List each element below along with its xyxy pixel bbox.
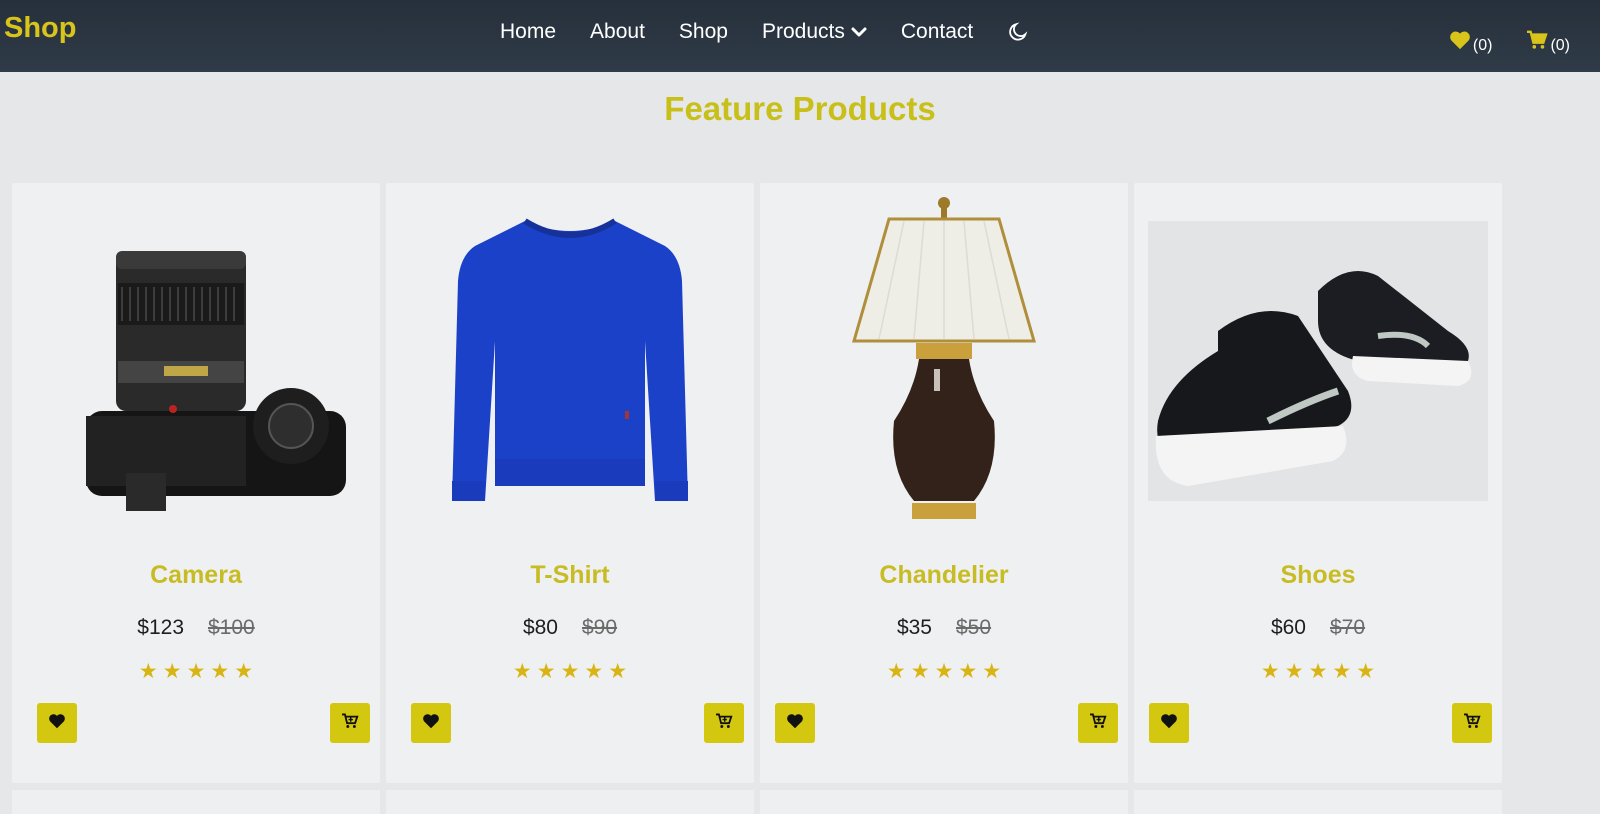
nav-counters: (0) (0) <box>1449 30 1570 55</box>
wishlist-count: (0) <box>1472 37 1493 54</box>
product-card[interactable]: Camera $123 $100 ★ ★ ★ ★ ★ <box>12 183 380 783</box>
price-group: $60 $70 <box>1134 616 1502 640</box>
star-icon: ★ <box>910 660 930 683</box>
product-name[interactable]: Shoes <box>1134 561 1502 590</box>
star-icon: ★ <box>958 660 978 683</box>
moon-icon[interactable] <box>1007 21 1029 43</box>
heart-icon <box>1160 713 1178 734</box>
navbar: Shop Home About Shop Products Contact (0… <box>0 0 1600 72</box>
star-icon: ★ <box>186 660 206 683</box>
add-to-cart-button[interactable] <box>1078 703 1118 743</box>
heart-icon <box>786 713 804 734</box>
cart-icon <box>341 713 359 734</box>
star-icon: ★ <box>138 660 158 683</box>
product-card[interactable] <box>1134 790 1502 814</box>
wishlist-counter[interactable]: (0) <box>1449 30 1493 55</box>
price-old: $70 <box>1330 616 1366 639</box>
product-card[interactable] <box>760 790 1128 814</box>
rating-stars: ★ ★ ★ ★ ★ <box>12 661 380 682</box>
add-to-wishlist-button[interactable] <box>37 703 77 743</box>
cart-icon <box>715 713 733 734</box>
cart-counter[interactable]: (0) <box>1526 30 1570 55</box>
nav-links: Home About Shop Products Contact <box>500 20 1029 44</box>
chevron-down-icon <box>851 20 867 44</box>
star-icon: ★ <box>1284 660 1304 683</box>
nav-about[interactable]: About <box>590 20 645 44</box>
product-card[interactable] <box>386 790 754 814</box>
product-card[interactable] <box>12 790 380 814</box>
heart-icon <box>1449 30 1473 55</box>
add-to-cart-button[interactable] <box>704 703 744 743</box>
price-old: $100 <box>208 616 255 639</box>
price-current: $80 <box>522 616 558 639</box>
price-current: $60 <box>1270 616 1306 639</box>
product-grid-next-row <box>12 790 1502 814</box>
star-icon: ★ <box>1356 660 1376 683</box>
rating-stars: ★ ★ ★ ★ ★ <box>760 661 1128 682</box>
cart-icon <box>1526 30 1550 55</box>
nav-products-dropdown[interactable]: Products <box>762 20 867 44</box>
product-card[interactable]: Chandelier $35 $50 ★ ★ ★ ★ ★ <box>760 183 1128 783</box>
star-icon: ★ <box>1260 660 1280 683</box>
product-name[interactable]: Camera <box>12 561 380 590</box>
rating-stars: ★ ★ ★ ★ ★ <box>1134 661 1502 682</box>
price-group: $123 $100 <box>12 616 380 640</box>
star-icon: ★ <box>512 660 532 683</box>
star-icon: ★ <box>1332 660 1352 683</box>
star-icon: ★ <box>982 660 1002 683</box>
brand-logo[interactable]: Shop <box>4 12 77 45</box>
star-icon: ★ <box>934 660 954 683</box>
product-name[interactable]: T-Shirt <box>386 561 754 590</box>
shoes-image[interactable] <box>1134 183 1502 538</box>
price-old: $90 <box>582 616 618 639</box>
heart-icon <box>422 713 440 734</box>
nav-contact[interactable]: Contact <box>901 20 973 44</box>
product-card[interactable]: T-Shirt $80 $90 ★ ★ ★ ★ ★ <box>386 183 754 783</box>
section-title: Feature Products <box>664 90 936 127</box>
star-icon: ★ <box>234 660 254 683</box>
product-card[interactable]: Shoes $60 $70 ★ ★ ★ ★ ★ <box>1134 183 1502 783</box>
add-to-cart-button[interactable] <box>1452 703 1492 743</box>
nav-shop[interactable]: Shop <box>679 20 728 44</box>
nav-home[interactable]: Home <box>500 20 556 44</box>
star-icon: ★ <box>1308 660 1328 683</box>
camera-image[interactable] <box>12 183 380 538</box>
price-group: $80 $90 <box>386 616 754 640</box>
nav-products-label: Products <box>761 20 845 43</box>
heart-icon <box>48 713 66 734</box>
star-icon: ★ <box>584 660 604 683</box>
price-old: $50 <box>956 616 992 639</box>
star-icon: ★ <box>162 660 182 683</box>
add-to-wishlist-button[interactable] <box>411 703 451 743</box>
price-current: $35 <box>896 616 932 639</box>
add-to-wishlist-button[interactable] <box>775 703 815 743</box>
rating-stars: ★ ★ ★ ★ ★ <box>386 661 754 682</box>
price-current: $123 <box>137 616 184 639</box>
cart-count: (0) <box>1550 37 1570 54</box>
product-name[interactable]: Chandelier <box>760 561 1128 590</box>
star-icon: ★ <box>608 660 628 683</box>
sweater-image[interactable] <box>386 183 754 538</box>
cart-icon <box>1463 713 1481 734</box>
star-icon: ★ <box>210 660 230 683</box>
add-to-cart-button[interactable] <box>330 703 370 743</box>
star-icon: ★ <box>886 660 906 683</box>
lamp-image[interactable] <box>760 183 1128 538</box>
cart-icon <box>1089 713 1107 734</box>
price-group: $35 $50 <box>760 616 1128 640</box>
star-icon: ★ <box>560 660 580 683</box>
product-grid: Camera $123 $100 ★ ★ ★ ★ ★ T-Shirt $80 $… <box>12 183 1502 783</box>
star-icon: ★ <box>536 660 556 683</box>
add-to-wishlist-button[interactable] <box>1149 703 1189 743</box>
